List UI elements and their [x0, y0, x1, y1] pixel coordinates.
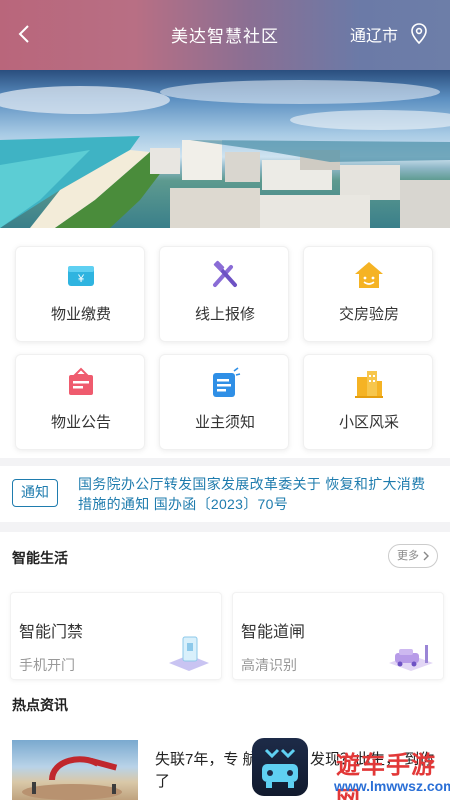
card-title: 智能道闸	[241, 624, 306, 641]
notice-text[interactable]: 国务院办公厅转发国家发展改革委关于 恢复和扩大消费措施的通知 国办函〔2023〕…	[78, 474, 438, 514]
card-title: 智能门禁	[19, 624, 84, 641]
tile-community-showcase[interactable]: 小区风采	[303, 354, 433, 450]
more-button[interactable]: 更多	[388, 544, 438, 568]
yen-wallet-icon: ¥	[68, 266, 94, 286]
announcement-board-icon	[69, 367, 93, 395]
door-access-illustration-icon	[169, 636, 209, 671]
card-smart-barrier[interactable]: 智能道闸 高清识别	[232, 592, 444, 680]
news-thumbnail-image	[22, 756, 122, 800]
svg-text:¥: ¥	[77, 273, 85, 285]
location-pin-icon[interactable]	[410, 23, 428, 45]
notice-tag: 通知	[12, 479, 58, 507]
buildings-icon	[355, 371, 383, 398]
section-title: 智能生活	[12, 550, 68, 566]
tile-owner-guide[interactable]: 业主须知	[159, 354, 289, 450]
tile-label: 物业公告	[50, 414, 111, 431]
tile-house-inspection[interactable]: 交房验房	[303, 246, 433, 342]
tile-label: 交房验房	[338, 306, 399, 323]
card-smart-access[interactable]: 智能门禁 手机开门	[10, 592, 222, 680]
news-thumbnail[interactable]	[12, 740, 138, 800]
card-subtitle: 高清识别	[241, 657, 297, 673]
watermark-url: www.lmwwsz.com	[334, 778, 450, 794]
banner-image[interactable]	[0, 70, 450, 228]
tile-label: 物业缴费	[50, 306, 111, 323]
app-header: 美达智慧社区 通辽市	[0, 0, 450, 70]
tile-label: 业主须知	[194, 414, 255, 431]
tile-online-repair[interactable]: 线上报修	[159, 246, 289, 342]
service-grid: ¥ 物业缴费 线上报修 交房验房 物业公告 业主须知 小区风采	[0, 228, 450, 458]
tile-property-fee[interactable]: ¥ 物业缴费	[15, 246, 145, 342]
car-logo-icon	[262, 748, 298, 788]
wrench-hammer-icon	[213, 260, 237, 287]
smart-life-section: 智能生活 更多 智能门禁 手机开门 智能道闸 高清识别	[0, 532, 450, 687]
watermark-logo	[252, 738, 308, 796]
tile-label: 小区风采	[338, 414, 399, 431]
more-label: 更多	[397, 550, 419, 562]
tile-label: 线上报修	[194, 306, 255, 323]
chevron-right-icon	[423, 551, 429, 561]
notice-document-icon	[213, 367, 241, 397]
card-subtitle: 手机开门	[19, 657, 75, 673]
city-selector[interactable]: 通辽市	[350, 22, 398, 46]
tile-property-announcement[interactable]: 物业公告	[15, 354, 145, 450]
smiling-house-icon	[355, 262, 383, 288]
notice-bar[interactable]: 通知 国务院办公厅转发国家发展改革委关于 恢复和扩大消费措施的通知 国办函〔20…	[0, 466, 450, 522]
section-title: 热点资讯	[12, 697, 68, 713]
car-barrier-illustration-icon	[389, 645, 433, 671]
beach-city-illustration	[0, 80, 450, 228]
